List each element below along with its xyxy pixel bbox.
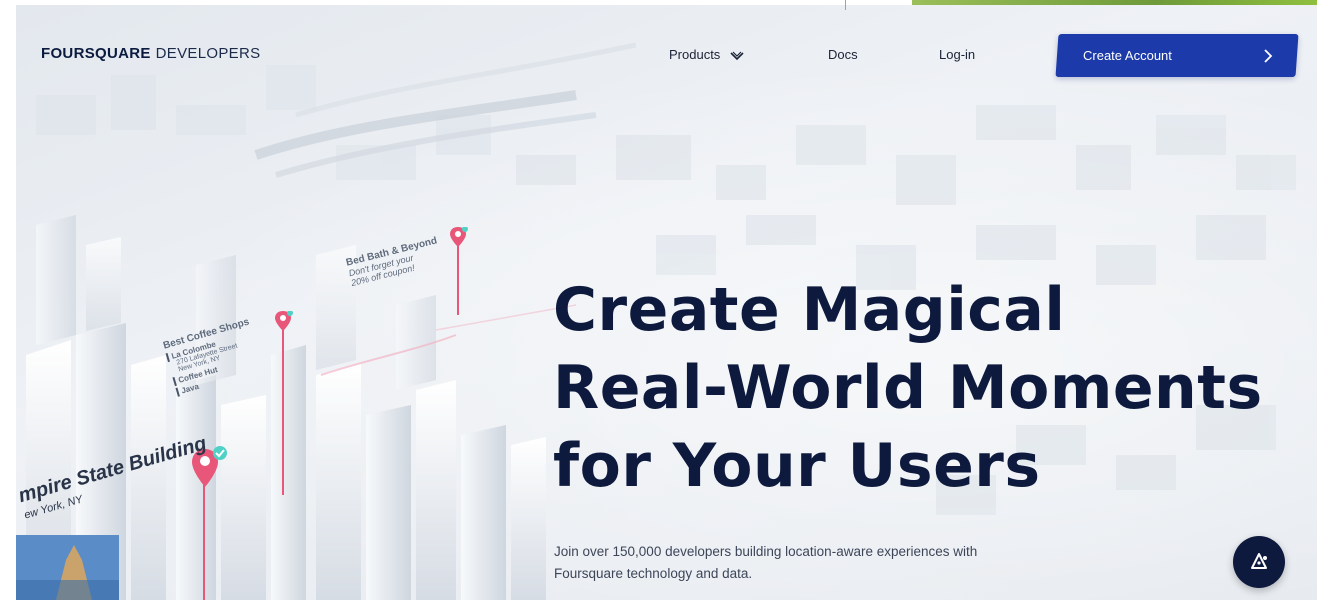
nav-products[interactable]: Products: [669, 47, 744, 62]
chevron-right-icon: [1264, 49, 1273, 63]
chat-icon: [1251, 553, 1267, 569]
top-right-banner-edge: [912, 0, 1317, 5]
headline-line-2: Real-World Moments: [553, 353, 1263, 423]
left-edge: [0, 0, 16, 600]
logo-sub: DEVELOPERS: [155, 45, 261, 62]
chat-launcher-button[interactable]: [1233, 536, 1285, 588]
create-account-label: Create Account: [1083, 48, 1172, 63]
create-account-button[interactable]: Create Account: [1055, 34, 1299, 77]
map-pin-icon: [450, 227, 468, 247]
headline-line-3: for Your Users: [553, 431, 1041, 501]
nav-docs[interactable]: Docs: [828, 47, 858, 62]
nav-products-label: Products: [669, 47, 721, 62]
hero-headline: Create Magical Real-World Moments for Yo…: [553, 271, 1263, 505]
logo-brand: FOURSQUARE: [41, 45, 151, 62]
hero-subtext: Join over 150,000 developers building lo…: [554, 541, 1074, 585]
nav-login[interactable]: Log-in: [939, 47, 975, 62]
top-divider: [845, 0, 846, 10]
map-pin-icon: [275, 311, 293, 331]
logo[interactable]: FOURSQUARE DEVELOPERS: [41, 45, 260, 62]
headline-line-1: Create Magical: [553, 275, 1066, 345]
subtext-line-1: Join over 150,000 developers building lo…: [554, 544, 978, 559]
subtext-line-2: Foursquare technology and data.: [554, 566, 753, 581]
chevron-down-icon: [730, 51, 744, 60]
